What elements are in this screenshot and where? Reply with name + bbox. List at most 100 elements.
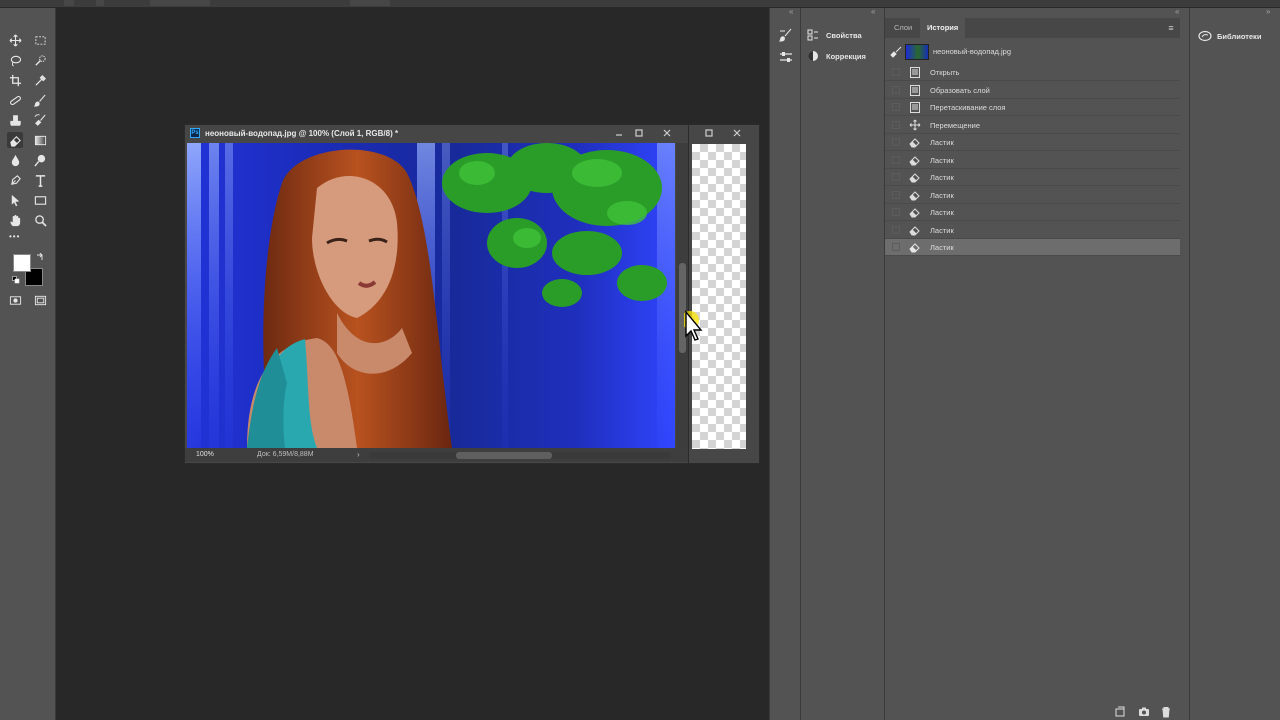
tab-layers[interactable]: Слои <box>887 18 919 38</box>
second-document-window[interactable] <box>688 124 760 464</box>
options-bar-control[interactable] <box>96 0 104 6</box>
camera-icon[interactable] <box>1138 706 1150 718</box>
properties-icon <box>807 29 819 41</box>
brush-tool-icon[interactable] <box>32 92 48 108</box>
dodge-tool-icon[interactable] <box>32 152 48 168</box>
options-bar-control[interactable] <box>350 0 390 6</box>
history-item-label: Открыть <box>930 68 960 77</box>
libraries-panel-button[interactable]: Библиотеки <box>1198 28 1261 44</box>
zoom-level[interactable]: 100% <box>196 451 214 458</box>
history-source-checkbox[interactable] <box>892 243 900 251</box>
history-item-selected[interactable]: Ластик <box>885 239 1180 256</box>
collapse-chevron-icon[interactable]: « <box>789 8 793 16</box>
history-item[interactable]: Ластик <box>885 134 1180 151</box>
history-brush-icon[interactable] <box>32 112 48 128</box>
tool-presets-icon[interactable] <box>779 50 793 64</box>
history-snapshot[interactable]: неоновый-водопад.jpg <box>885 42 1180 62</box>
history-item[interactable]: Образовать слой <box>885 82 1180 99</box>
history-item[interactable]: Ластик <box>885 169 1180 186</box>
horizontal-scroll-thumb[interactable] <box>456 452 552 459</box>
history-brush-source-icon[interactable] <box>890 46 902 58</box>
hand-tool-icon[interactable] <box>7 212 23 228</box>
options-bar-control[interactable] <box>150 0 210 6</box>
rectangle-tool-icon[interactable] <box>32 192 48 208</box>
history-source-checkbox[interactable] <box>892 173 900 181</box>
eraser-tool-icon[interactable] <box>7 132 23 148</box>
tab-history[interactable]: История <box>920 18 966 38</box>
history-item[interactable]: Ластик <box>885 187 1180 204</box>
history-source-checkbox[interactable] <box>892 138 900 146</box>
close-icon[interactable] <box>661 127 673 139</box>
history-panel-footer <box>885 704 1190 720</box>
history-item[interactable]: Открыть <box>885 64 1180 81</box>
maximize-button[interactable] <box>633 127 645 139</box>
vertical-scrollbar[interactable] <box>676 143 688 448</box>
close-icon[interactable] <box>731 127 743 139</box>
more-tools-button[interactable]: ••• <box>9 232 20 241</box>
canvas-image[interactable] <box>187 143 675 448</box>
eraser-icon <box>909 136 921 148</box>
transparent-canvas[interactable] <box>692 144 746 449</box>
history-source-checkbox[interactable] <box>892 86 900 94</box>
collapse-chevron-icon[interactable]: « <box>871 8 875 16</box>
screen-mode-icon[interactable] <box>32 292 48 308</box>
swap-colors-icon[interactable] <box>36 252 44 261</box>
move-tool-icon[interactable] <box>7 32 23 48</box>
panel-tabs: Слои История ≡ <box>885 18 1180 38</box>
status-menu-chevron-icon[interactable]: › <box>357 450 360 459</box>
lasso-tool-icon[interactable] <box>7 52 23 68</box>
history-item[interactable]: Ластик <box>885 204 1180 221</box>
crop-tool-icon[interactable] <box>7 72 23 88</box>
zoom-tool-icon[interactable] <box>32 212 48 228</box>
pen-tool-icon[interactable] <box>7 172 23 188</box>
minimize-button[interactable] <box>613 127 625 139</box>
gradient-tool-icon[interactable] <box>32 132 48 148</box>
quick-select-tool-icon[interactable] <box>32 52 48 68</box>
history-item-label: Ластик <box>930 191 954 200</box>
history-source-checkbox[interactable] <box>892 208 900 216</box>
properties-label: Свойства <box>826 30 862 40</box>
options-bar-control[interactable] <box>64 0 74 6</box>
foreground-color-swatch[interactable] <box>13 254 31 272</box>
document-titlebar[interactable]: Ps неоновый-водопад.jpg @ 100% (Слой 1, … <box>185 125 691 141</box>
collapse-chevron-icon[interactable]: « <box>1175 8 1179 16</box>
eraser-icon <box>909 154 921 166</box>
history-source-checkbox[interactable] <box>892 156 900 164</box>
history-item[interactable]: Ластик <box>885 152 1180 169</box>
eraser-icon <box>909 241 921 253</box>
history-item-label: Ластик <box>930 173 954 182</box>
options-bar <box>0 0 1280 8</box>
history-item[interactable]: Ластик <box>885 222 1180 239</box>
collapse-chevron-icon[interactable]: » <box>1266 8 1270 16</box>
document-window[interactable]: Ps неоновый-водопад.jpg @ 100% (Слой 1, … <box>184 124 692 464</box>
history-source-checkbox[interactable] <box>892 103 900 111</box>
horizontal-scrollbar[interactable] <box>369 452 671 459</box>
healing-brush-icon[interactable] <box>7 92 23 108</box>
document-icon <box>909 66 921 78</box>
eraser-icon <box>909 171 921 183</box>
blur-tool-icon[interactable] <box>7 152 23 168</box>
libraries-panel: » Библиотеки <box>1190 8 1280 720</box>
history-source-checkbox[interactable] <box>892 226 900 234</box>
eyedropper-tool-icon[interactable] <box>32 72 48 88</box>
brush-settings-icon[interactable] <box>778 28 793 42</box>
default-colors-icon[interactable] <box>12 276 20 284</box>
history-item[interactable]: Перетаскивание слоя <box>885 99 1180 116</box>
history-source-checkbox[interactable] <box>892 121 900 129</box>
path-select-icon[interactable] <box>7 192 23 208</box>
history-item[interactable]: Перемещение <box>885 117 1180 134</box>
history-source-checkbox[interactable] <box>892 191 900 199</box>
type-tool-icon[interactable] <box>32 172 48 188</box>
eraser-icon <box>909 224 921 236</box>
history-source-checkbox[interactable] <box>892 68 900 76</box>
history-panel: « Слои История ≡ неоновый-водопад.jpg От… <box>885 8 1190 720</box>
maximize-button[interactable] <box>703 127 715 139</box>
marquee-tool-icon[interactable] <box>32 32 48 48</box>
trash-icon[interactable] <box>1160 706 1172 718</box>
panel-menu-icon[interactable]: ≡ <box>1166 23 1176 33</box>
clone-stamp-icon[interactable] <box>7 112 23 128</box>
properties-panel-button[interactable]: Свойства <box>807 27 862 43</box>
new-document-from-state-icon[interactable] <box>1114 706 1126 718</box>
adjustments-panel-button[interactable]: Коррекция <box>807 48 866 64</box>
quick-mask-icon[interactable] <box>7 292 23 308</box>
